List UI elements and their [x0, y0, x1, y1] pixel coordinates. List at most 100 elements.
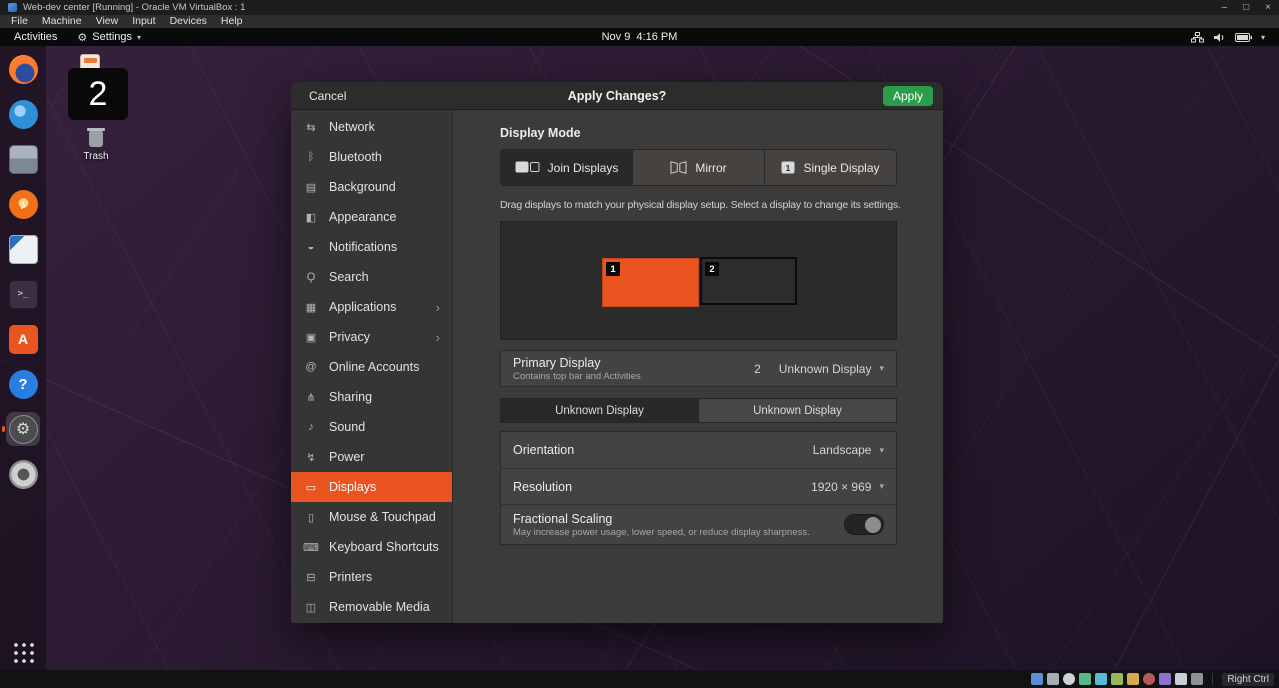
menu-help[interactable]: Help: [214, 15, 250, 28]
files-icon: [9, 145, 38, 174]
window-headerbar: Cancel Apply Changes? Apply: [291, 82, 943, 110]
chevron-down-icon: ▾: [879, 445, 884, 456]
notifications-icon: ◒: [303, 241, 319, 253]
monitor-1[interactable]: 1: [602, 258, 699, 307]
sidebar-label: Power: [329, 450, 364, 464]
join-displays-button[interactable]: Join Displays: [501, 150, 632, 185]
dock-help-icon[interactable]: ?: [6, 367, 40, 401]
restore-icon[interactable]: □: [1243, 3, 1249, 13]
virtualbox-app-icon: [8, 3, 17, 12]
status-shared-folders-icon[interactable]: [1127, 673, 1139, 685]
status-features-icon[interactable]: [1159, 673, 1171, 685]
close-icon[interactable]: ×: [1265, 3, 1271, 13]
cancel-button[interactable]: Cancel: [301, 86, 354, 106]
power-icon: ↯: [303, 451, 319, 464]
status-usb-icon[interactable]: [1111, 673, 1123, 685]
dock-libreoffice-writer-icon[interactable]: [6, 232, 40, 266]
trash-desktop-icon[interactable]: Trash: [74, 131, 118, 162]
sidebar-label: Applications: [329, 300, 396, 314]
dock: ♪ >_ A ? ⚙: [0, 46, 46, 670]
vbox-titlebar: Web-dev center [Running] - Oracle VM Vir…: [0, 0, 1279, 15]
minimize-icon[interactable]: –: [1222, 3, 1228, 13]
sidebar-item-keyboard-shortcuts[interactable]: ⌨ Keyboard Shortcuts: [291, 532, 452, 562]
removable-media-icon: ◫: [303, 601, 319, 614]
orientation-row[interactable]: Orientation Landscape ▾: [501, 432, 896, 468]
displays-panel: Display Mode Join Displays: [453, 110, 943, 623]
display-mode-label: Display Mode: [500, 126, 897, 140]
clock-button[interactable]: Nov 9 4:16 PM: [602, 31, 678, 43]
status-display-icon[interactable]: [1031, 673, 1043, 685]
sidebar-label: Network: [329, 120, 375, 134]
menu-input[interactable]: Input: [125, 15, 162, 28]
dock-settings-icon[interactable]: ⚙: [6, 412, 40, 446]
sidebar-item-privacy[interactable]: ▣ Privacy ›: [291, 322, 452, 352]
vbox-menubar: File Machine View Input Devices Help: [0, 15, 1279, 28]
status-optical-disk-icon[interactable]: [1063, 673, 1075, 685]
dock-screenshot-icon[interactable]: [6, 457, 40, 491]
sidebar-item-sound[interactable]: ♪ Sound: [291, 412, 452, 442]
gear-icon: ⚙: [77, 31, 87, 44]
status-keyboard-icon[interactable]: [1191, 673, 1203, 685]
mouse-icon: ▯: [303, 511, 319, 524]
mirror-button[interactable]: Mirror: [632, 150, 764, 185]
sidebar-item-appearance[interactable]: ◧ Appearance: [291, 202, 452, 232]
sidebar-item-power[interactable]: ↯ Power: [291, 442, 452, 472]
firefox-icon: [9, 55, 38, 84]
sidebar-item-applications[interactable]: ▦ Applications ›: [291, 292, 452, 322]
fractional-scaling-toggle[interactable]: [844, 514, 884, 535]
app-menu-settings[interactable]: ⚙ Settings ▾: [71, 31, 147, 44]
sidebar-item-mouse-touchpad[interactable]: ▯ Mouse & Touchpad: [291, 502, 452, 532]
single-display-icon: 1: [781, 161, 795, 174]
dock-firefox-icon[interactable]: [6, 52, 40, 86]
monitor-2-badge: 2: [705, 262, 719, 276]
menu-machine[interactable]: Machine: [35, 15, 89, 28]
resolution-row[interactable]: Resolution 1920 × 969 ▾: [501, 468, 896, 504]
sidebar-item-background[interactable]: ▤ Background: [291, 172, 452, 202]
activities-button[interactable]: Activities: [0, 31, 71, 43]
dock-ubuntu-software-icon[interactable]: A: [6, 322, 40, 356]
show-applications-icon[interactable]: [11, 640, 35, 664]
resolution-dropdown[interactable]: 1920 × 969 ▾: [811, 480, 884, 494]
menu-view[interactable]: View: [89, 15, 126, 28]
single-display-button[interactable]: 1 Single Display: [764, 150, 896, 185]
sidebar-item-sharing[interactable]: ⋔ Sharing: [291, 382, 452, 412]
system-menu[interactable]: ▾: [1191, 32, 1265, 43]
monitor-1-badge: 1: [606, 262, 620, 276]
settings-gear-icon: ⚙: [9, 415, 38, 444]
status-mouse-icon[interactable]: [1175, 673, 1187, 685]
primary-display-dropdown[interactable]: 2 Unknown Display ▾: [754, 362, 884, 376]
battery-icon: [1235, 33, 1252, 42]
menu-devices[interactable]: Devices: [163, 15, 214, 28]
wallpaper-line: [917, 46, 1279, 670]
sidebar-item-printers[interactable]: ⊟ Printers: [291, 562, 452, 592]
sidebar-item-removable-media[interactable]: ◫ Removable Media: [291, 592, 452, 622]
monitor-2[interactable]: 2: [700, 257, 797, 305]
status-network-icon[interactable]: [1095, 673, 1107, 685]
status-recording-icon[interactable]: [1143, 673, 1155, 685]
sidebar-item-bluetooth[interactable]: ᛒ Bluetooth: [291, 142, 452, 172]
dock-terminal-icon[interactable]: >_: [6, 277, 40, 311]
tab-unknown-display-2[interactable]: Unknown Display: [699, 398, 897, 423]
orientation-dropdown[interactable]: Landscape ▾: [813, 443, 884, 457]
search-icon: Ϙ: [303, 271, 319, 283]
printer-icon: ⊟: [303, 571, 319, 584]
sidebar-label: Mouse & Touchpad: [329, 510, 436, 524]
dock-files-icon[interactable]: [6, 142, 40, 176]
dock-thunderbird-icon[interactable]: [6, 97, 40, 131]
status-audio-icon[interactable]: [1079, 673, 1091, 685]
appearance-icon: ◧: [303, 211, 319, 224]
sidebar-item-notifications[interactable]: ◒ Notifications: [291, 232, 452, 262]
dock-rhythmbox-icon[interactable]: ♪: [6, 187, 40, 221]
status-hard-disk-icon[interactable]: [1047, 673, 1059, 685]
sidebar-item-search[interactable]: Ϙ Search: [291, 262, 452, 292]
tab-unknown-display-1[interactable]: Unknown Display: [500, 398, 699, 423]
menu-file[interactable]: File: [4, 15, 35, 28]
sidebar-label: Background: [329, 180, 396, 194]
sidebar-item-displays[interactable]: ▭ Displays: [291, 472, 452, 502]
orientation-label: Orientation: [513, 443, 574, 457]
primary-display-row[interactable]: Primary Display Contains top bar and Act…: [500, 350, 897, 387]
sidebar-item-online-accounts[interactable]: @ Online Accounts: [291, 352, 452, 382]
apply-button[interactable]: Apply: [883, 86, 933, 106]
sidebar-label: Printers: [329, 570, 372, 584]
sidebar-item-network[interactable]: ⇆ Network: [291, 112, 452, 142]
